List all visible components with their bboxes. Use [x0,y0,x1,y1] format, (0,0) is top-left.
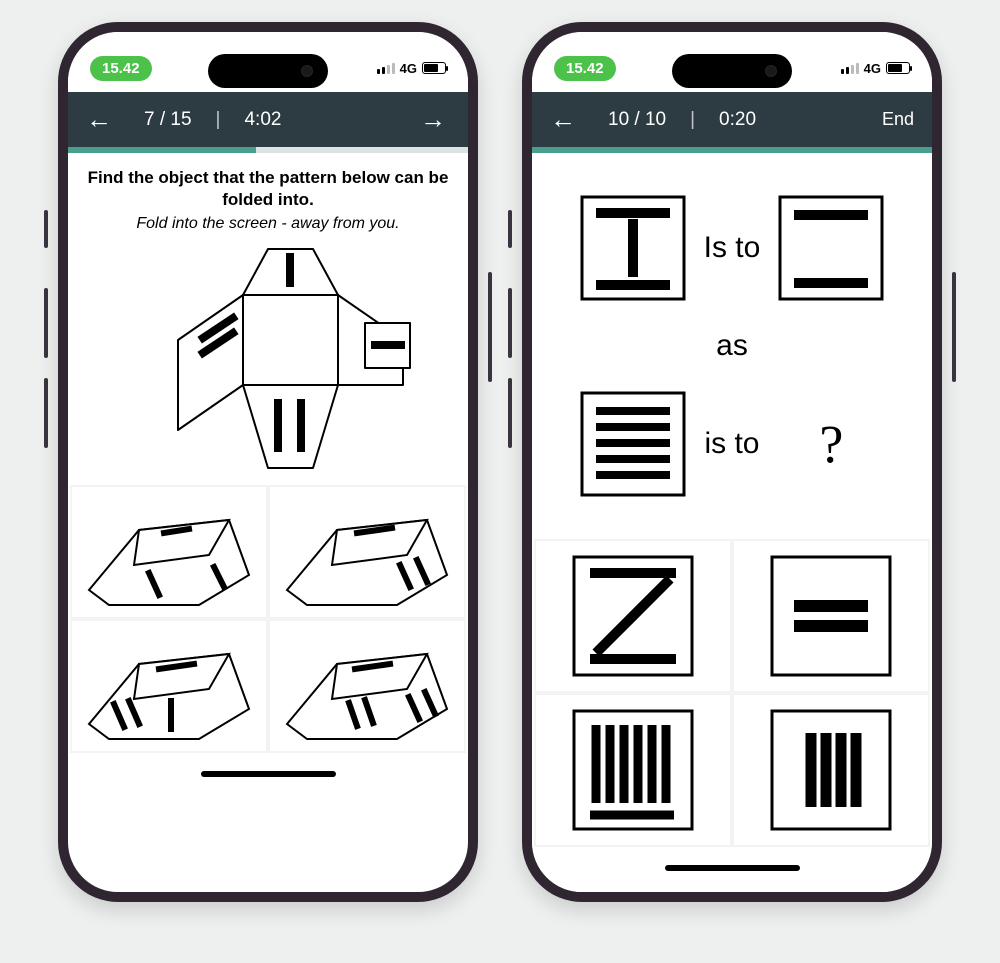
phone-mockup-right: 15.42 4G ← 10 / 10 | 0:20 End Is to as i… [522,22,942,902]
battery-icon [422,62,446,74]
nav-bar: ← 10 / 10 | 0:20 End [532,92,932,147]
back-button[interactable]: ← [550,104,580,135]
answer-grid [70,485,466,753]
time-pill: 15.42 [90,56,152,81]
question-counter: 10 / 10 [608,109,666,131]
nav-separator: | [216,109,221,131]
signal-icon [841,62,859,74]
timer: 4:02 [244,109,281,131]
question-text: Find the object that the pattern below c… [86,167,450,211]
status-right: 4G [841,61,910,76]
answer-option-2[interactable] [734,541,928,691]
question-prompt: Find the object that the pattern below c… [68,153,468,239]
back-button[interactable]: ← [86,104,116,135]
answer-option-1[interactable] [536,541,730,691]
analogy-word-as: as [578,329,887,363]
home-indicator [665,865,800,871]
answer-grid [534,539,930,847]
question-figure [68,239,468,485]
phone-mockup-left: 15.42 4G ← 7 / 15 | 4:02 → Find the obje… [58,22,478,902]
analogy-term-b [776,193,886,303]
analogy-term-c [578,389,688,499]
time-pill: 15.42 [554,56,616,81]
end-button[interactable]: End [882,109,914,130]
signal-icon [377,62,395,74]
answer-option-1[interactable] [72,487,266,617]
home-indicator [201,771,336,777]
analogy-question-mark: ? [776,413,886,475]
status-right: 4G [377,61,446,76]
analogy-term-a [578,193,688,303]
analogy-word-is-to: Is to [704,231,761,265]
analogy-word-is-to-2: is to [704,427,761,461]
answer-option-4[interactable] [734,695,928,845]
network-label: 4G [400,61,417,76]
dynamic-island [672,54,792,88]
analogy-figure: Is to as is to ? [532,153,932,523]
nav-bar: ← 7 / 15 | 4:02 → [68,92,468,147]
question-counter: 7 / 15 [144,109,192,131]
nav-separator: | [690,109,695,131]
next-button[interactable]: → [420,104,450,135]
network-label: 4G [864,61,881,76]
battery-icon [886,62,910,74]
answer-option-3[interactable] [536,695,730,845]
answer-option-4[interactable] [270,621,464,751]
answer-option-2[interactable] [270,487,464,617]
timer: 0:20 [719,109,756,131]
question-hint: Fold into the screen - away from you. [86,215,450,233]
dynamic-island [208,54,328,88]
answer-option-3[interactable] [72,621,266,751]
